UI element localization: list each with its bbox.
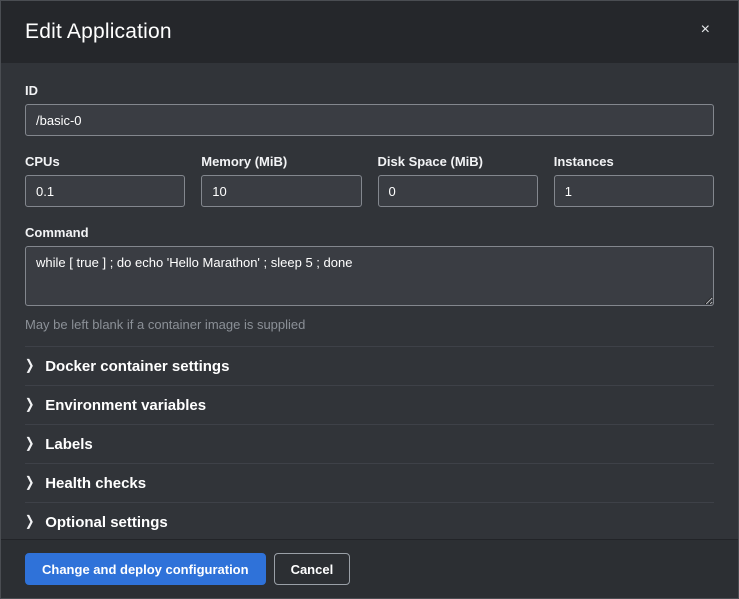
command-textarea[interactable]: while [ true ] ; do echo 'Hello Marathon… [25,246,714,306]
resources-row: CPUs Memory (MiB) Disk Space (MiB) Insta… [25,154,714,207]
close-icon[interactable]: × [697,20,714,40]
modal-title: Edit Application [25,20,172,44]
section-label: Docker container settings [45,358,229,375]
memory-label: Memory (MiB) [201,154,361,169]
chevron-right-icon: ❯ [25,476,34,490]
section-label: Health checks [45,475,146,492]
section-docker-container-settings[interactable]: ❯ Docker container settings [25,346,714,385]
cancel-button[interactable]: Cancel [274,553,351,585]
chevron-right-icon: ❯ [25,398,34,412]
disk-label: Disk Space (MiB) [378,154,538,169]
chevron-right-icon: ❯ [25,515,34,529]
instances-field-group: Instances [554,154,714,207]
section-environment-variables[interactable]: ❯ Environment variables [25,385,714,424]
change-and-deploy-button[interactable]: Change and deploy configuration [25,553,266,585]
section-label: Optional settings [45,514,168,531]
instances-input[interactable] [554,175,714,207]
command-label: Command [25,225,714,240]
modal-header: Edit Application × [1,1,738,63]
edit-application-modal: Edit Application × ID CPUs Memory (MiB) … [0,0,739,599]
chevron-right-icon: ❯ [25,359,34,373]
memory-field-group: Memory (MiB) [201,154,361,207]
cpus-label: CPUs [25,154,185,169]
chevron-right-icon: ❯ [25,437,34,451]
cpus-input[interactable] [25,175,185,207]
disk-input[interactable] [378,175,538,207]
modal-footer: Change and deploy configuration Cancel [1,539,738,598]
cpus-field-group: CPUs [25,154,185,207]
modal-body: ID CPUs Memory (MiB) Disk Space (MiB) In… [1,63,738,539]
memory-input[interactable] [201,175,361,207]
section-label: Labels [45,436,93,453]
disk-field-group: Disk Space (MiB) [378,154,538,207]
instances-label: Instances [554,154,714,169]
id-input[interactable] [25,104,714,136]
section-optional-settings[interactable]: ❯ Optional settings [25,502,714,539]
section-health-checks[interactable]: ❯ Health checks [25,463,714,502]
command-field-group: Command while [ true ] ; do echo 'Hello … [25,225,714,332]
id-field-group: ID [25,83,714,136]
id-label: ID [25,83,714,98]
section-labels[interactable]: ❯ Labels [25,424,714,463]
command-help-text: May be left blank if a container image i… [25,317,714,332]
section-label: Environment variables [45,397,206,414]
